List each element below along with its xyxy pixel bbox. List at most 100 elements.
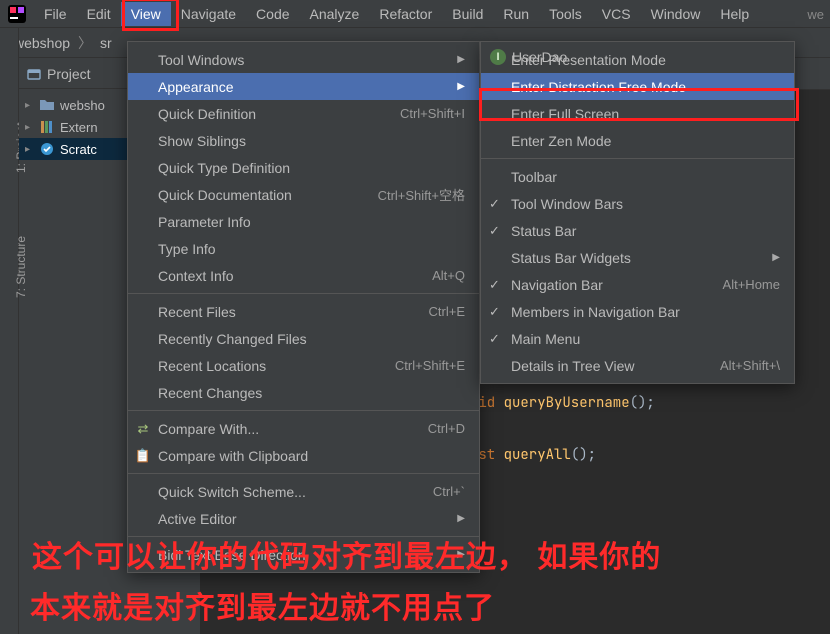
breadcrumb-root[interactable]: webshop — [10, 35, 74, 51]
title-bar-right-text: we — [807, 7, 824, 22]
appearance-menu-item[interactable]: Status Bar Widgets▶ — [481, 244, 794, 271]
menu-view[interactable]: View — [121, 2, 171, 26]
tree-expand-icon[interactable]: ▸ — [25, 122, 35, 133]
menu-item-label: Recent Locations — [158, 358, 365, 374]
menu-item-label: Recently Changed Files — [158, 331, 465, 347]
submenu-arrow-icon: ▶ — [457, 513, 465, 524]
appearance-menu-item[interactable]: Enter Zen Mode — [481, 127, 794, 154]
view-menu-item[interactable]: Show Siblings — [128, 127, 479, 154]
view-menu-item[interactable]: 📋 Compare with Clipboard — [128, 442, 479, 469]
menu-item-label: Active Editor — [158, 511, 437, 527]
editor-tab-userdao[interactable]: I UserDao — [490, 49, 567, 65]
view-menu-item[interactable]: Recent FilesCtrl+E — [128, 298, 479, 325]
left-tool-stripe: 1: Project 7: Structure — [0, 28, 19, 634]
editor-tab-label: UserDao — [512, 49, 567, 65]
check-icon: ✓ — [489, 223, 500, 239]
appearance-menu-item[interactable]: ✓ Status Bar — [481, 217, 794, 244]
menu-item-label: Quick Documentation — [158, 187, 348, 203]
menu-item-label: Enter Full Screen — [511, 106, 780, 122]
menu-shortcut: Alt+Shift+\ — [690, 358, 780, 373]
view-menu-item[interactable]: Tool Windows▶ — [128, 46, 479, 73]
menu-shortcut: Alt+Home — [693, 277, 780, 292]
menu-code[interactable]: Code — [246, 2, 299, 26]
check-icon: ✓ — [489, 331, 500, 347]
appearance-menu-item[interactable]: ✓Members in Navigation Bar — [481, 298, 794, 325]
menu-vcs[interactable]: VCS — [592, 2, 641, 26]
menu-item-label: Parameter Info — [158, 214, 465, 230]
menu-run[interactable]: Run — [493, 2, 539, 26]
menu-navigate[interactable]: Navigate — [171, 2, 246, 26]
view-menu-item[interactable]: Quick DefinitionCtrl+Shift+I — [128, 100, 479, 127]
folder-icon — [39, 97, 55, 113]
compare-icon: ⇄ — [134, 421, 152, 437]
stripe-btn-structure[interactable]: 7: Structure — [14, 236, 28, 298]
menu-item-label: Enter Distraction Free Mode — [511, 79, 780, 95]
menu-item-label: Quick Switch Scheme... — [158, 484, 403, 500]
menu-item-label: Details in Tree View — [511, 358, 690, 374]
breadcrumb-part[interactable]: sr — [96, 35, 116, 51]
menu-help[interactable]: Help — [710, 2, 759, 26]
menu-shortcut: Ctrl+Shift+I — [370, 106, 465, 121]
menu-tools[interactable]: Tools — [539, 2, 592, 26]
menu-item-label: Appearance — [158, 79, 437, 95]
menu-item-label: Status Bar — [511, 223, 780, 239]
tree-expand-icon[interactable]: ▸ — [25, 144, 35, 155]
view-menu-item[interactable]: Type Info — [128, 235, 479, 262]
menu-shortcut: Ctrl+` — [403, 484, 465, 499]
appearance-menu-item[interactable]: ✓Navigation BarAlt+Home — [481, 271, 794, 298]
annotation-text-line1: 这个可以让你的代码对齐到最左边， 如果你的 — [32, 535, 661, 581]
submenu-arrow-icon: ▶ — [457, 81, 465, 92]
view-menu-item[interactable]: Recently Changed Files — [128, 325, 479, 352]
menu-item-label: Status Bar Widgets — [511, 250, 752, 266]
menu-item-label: Tool Windows — [158, 52, 437, 68]
menu-item-label: Compare with Clipboard — [158, 448, 465, 464]
appearance-menu-item[interactable]: ✓ Tool Window Bars — [481, 190, 794, 217]
project-tool-title: Project — [47, 66, 91, 82]
menu-item-label: Toolbar — [511, 169, 780, 185]
view-menu-item[interactable]: Active Editor ▶ — [128, 505, 479, 532]
check-icon: ✓ — [489, 304, 500, 320]
view-menu-item[interactable]: Quick DocumentationCtrl+Shift+空格 — [128, 181, 479, 208]
appearance-submenu: Enter Presentation ModeEnter Distraction… — [480, 41, 795, 384]
view-menu-item[interactable]: Appearance ▶ — [128, 73, 479, 100]
menu-edit[interactable]: Edit — [77, 2, 121, 26]
library-icon — [39, 119, 55, 135]
appearance-menu-item[interactable]: Details in Tree ViewAlt+Shift+\ — [481, 352, 794, 379]
menu-item-label: Enter Zen Mode — [511, 133, 780, 149]
view-menu-item[interactable]: Quick Type Definition — [128, 154, 479, 181]
main-menubar: File Edit View Navigate Code Analyze Ref… — [0, 0, 830, 28]
menu-file[interactable]: File — [34, 2, 77, 26]
menu-analyze[interactable]: Analyze — [300, 2, 370, 26]
view-menu-item[interactable]: Recent Changes — [128, 379, 479, 406]
annotation-text-line2: 本来就是对齐到最左边就不用点了 — [30, 586, 495, 632]
tree-label: websho — [60, 98, 105, 113]
menu-item-label: Navigation Bar — [511, 277, 693, 293]
menu-item-label: Recent Changes — [158, 385, 465, 401]
appearance-menu-item[interactable]: Toolbar — [481, 163, 794, 190]
view-menu-item[interactable]: Context InfoAlt+Q — [128, 262, 479, 289]
menu-shortcut: Ctrl+D — [398, 421, 465, 436]
clipboard-icon: 📋 — [134, 448, 152, 464]
menu-item-label: Context Info — [158, 268, 402, 284]
menu-item-label: Compare With... — [158, 421, 398, 437]
app-logo-icon — [8, 5, 26, 23]
tree-label: Scratc — [60, 142, 97, 157]
view-menu-item[interactable]: Parameter Info — [128, 208, 479, 235]
menu-item-label: Quick Definition — [158, 106, 370, 122]
menu-item-label: Show Siblings — [158, 133, 465, 149]
tree-expand-icon[interactable]: ▸ — [25, 100, 35, 111]
appearance-menu-item[interactable]: Enter Full Screen — [481, 100, 794, 127]
view-menu-item[interactable]: ⇄ Compare With...Ctrl+D — [128, 415, 479, 442]
menu-refactor[interactable]: Refactor — [369, 2, 442, 26]
appearance-menu-item[interactable]: Enter Distraction Free Mode — [481, 73, 794, 100]
menu-window[interactable]: Window — [641, 2, 711, 26]
menu-item-label: Tool Window Bars — [511, 196, 780, 212]
tree-label: Extern — [60, 120, 98, 135]
check-icon: ✓ — [489, 196, 500, 212]
menu-build[interactable]: Build — [442, 2, 493, 26]
view-menu-item[interactable]: Recent LocationsCtrl+Shift+E — [128, 352, 479, 379]
menu-shortcut: Alt+Q — [402, 268, 465, 283]
appearance-menu-item[interactable]: ✓Main Menu — [481, 325, 794, 352]
breadcrumb-sep-icon: 〉 — [74, 33, 96, 53]
view-menu-item[interactable]: Quick Switch Scheme...Ctrl+` — [128, 478, 479, 505]
